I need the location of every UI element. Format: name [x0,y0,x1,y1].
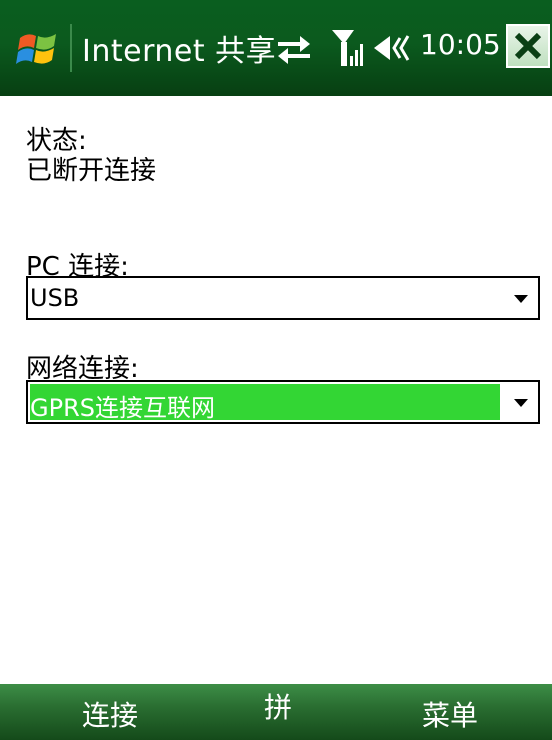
pc-connection-value: USB [30,284,80,312]
status-value: 已断开连接 [26,156,157,186]
soft-key-bar: 连接 拼 菜单 [0,684,552,740]
connect-softkey[interactable]: 连接 [82,694,138,734]
signal-icon[interactable] [330,26,364,70]
window-title: Internet 共享 [82,34,277,69]
input-method-button[interactable]: 拼 [264,686,292,726]
menu-softkey[interactable]: 菜单 [422,694,478,734]
sync-icon[interactable] [274,28,314,68]
volume-icon[interactable] [370,30,416,66]
windows-start-icon[interactable] [14,24,62,72]
close-button[interactable] [506,24,550,68]
close-icon [514,32,542,60]
chevron-down-icon[interactable] [506,280,536,316]
selected-highlight: GPRS连接互联网 [30,384,500,422]
pc-connection-dropdown[interactable]: USB [26,276,540,320]
network-connection-value: GPRS连接互联网 [30,394,215,422]
chevron-down-icon[interactable] [506,384,536,420]
clock-time[interactable]: 10:05 [420,28,501,61]
network-connection-dropdown[interactable]: GPRS连接互联网 [26,380,540,424]
title-bar: Internet 共享 10:05 [0,0,552,96]
title-separator [70,24,72,72]
